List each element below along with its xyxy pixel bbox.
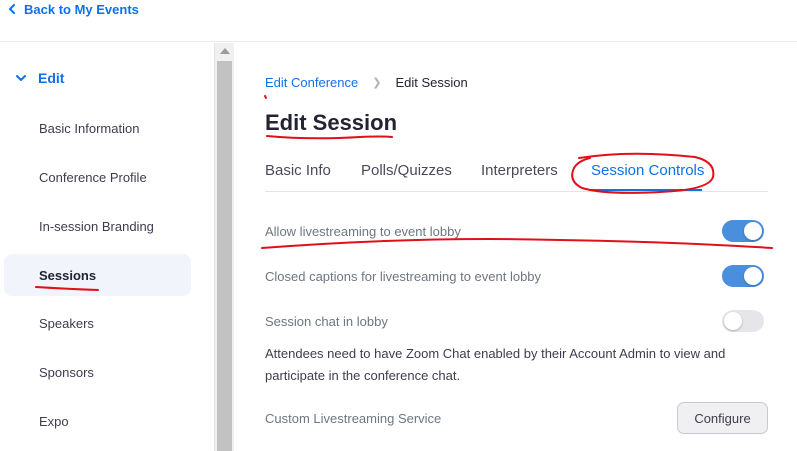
configure-button[interactable]: Configure (677, 402, 768, 434)
setting-label-session-chat: Session chat in lobby (265, 314, 388, 329)
sidebar-item-label: Expo (39, 413, 69, 429)
toggle-livestream-lobby[interactable] (722, 220, 764, 242)
custom-livestream-label: Custom Livestreaming Service (265, 411, 442, 426)
sidebar-edit-section-toggle[interactable]: Edit (16, 70, 64, 86)
setting-label-livestream-lobby: Allow livestreaming to event lobby (265, 224, 461, 239)
sidebar-item-conference-profile[interactable]: Conference Profile (4, 156, 191, 198)
sidebar-item-sponsors[interactable]: Sponsors (4, 351, 191, 393)
toggle-session-chat[interactable] (722, 310, 764, 332)
breadcrumb: Edit Conference ❯ Edit Session (265, 75, 468, 90)
tab-bar: Basic Info Polls/Quizzes Interpreters Se… (265, 155, 768, 192)
sidebar-item-label: Basic Information (39, 120, 140, 136)
active-tab-indicator (591, 189, 702, 191)
chevron-right-icon: ❯ (372, 77, 382, 89)
chevron-down-icon (16, 75, 26, 81)
sidebar-item-basic-information[interactable]: Basic Information (4, 107, 191, 149)
sidebar-item-label: In-session Branding (39, 218, 154, 234)
sidebar-item-expo[interactable]: Expo (4, 400, 191, 442)
chat-note: Attendees need to have Zoom Chat enabled… (265, 346, 726, 383)
breadcrumb-current: Edit Session (395, 75, 468, 90)
sidebar-item-in-session-branding[interactable]: In-session Branding (4, 205, 191, 247)
toggle-knob (744, 222, 762, 240)
sidebar: Edit Basic Information Conference Profil… (0, 43, 214, 451)
sidebar-item-speakers[interactable]: Speakers (4, 302, 191, 344)
scroll-up-arrow-icon[interactable] (220, 48, 230, 54)
page-title: Edit Session (265, 110, 398, 135)
toggle-knob (724, 312, 742, 330)
sidebar-scrollbar[interactable] (214, 43, 234, 451)
sidebar-section-label: Edit (38, 70, 65, 86)
tab-interpreters[interactable]: Interpreters (481, 162, 558, 179)
tab-session-controls[interactable]: Session Controls (591, 162, 704, 179)
top-bar: Back to My Events (0, 0, 797, 42)
chevron-left-icon (9, 4, 15, 14)
setting-label-closed-captions: Closed captions for livestreaming to eve… (265, 269, 542, 284)
sidebar-item-label: Sponsors (39, 364, 94, 380)
sidebar-item-label: Speakers (39, 315, 94, 331)
sidebar-item-sessions[interactable]: Sessions (4, 254, 191, 296)
sidebar-item-label: Conference Profile (39, 169, 147, 185)
tab-basic-info[interactable]: Basic Info (265, 162, 331, 179)
sidebar-item-label: Sessions (39, 267, 97, 283)
main-content: Edit Conference ❯ Edit Session Edit Sess… (234, 43, 797, 451)
toggle-knob (744, 267, 762, 285)
back-link-label: Back to My Events (24, 1, 139, 17)
scrollbar-thumb[interactable] (217, 61, 232, 451)
toggle-closed-captions[interactable] (722, 265, 764, 287)
back-to-events-link[interactable]: Back to My Events (8, 0, 139, 18)
breadcrumb-edit-conference-link[interactable]: Edit Conference (265, 75, 358, 90)
tab-polls-quizzes[interactable]: Polls/Quizzes (361, 162, 452, 179)
